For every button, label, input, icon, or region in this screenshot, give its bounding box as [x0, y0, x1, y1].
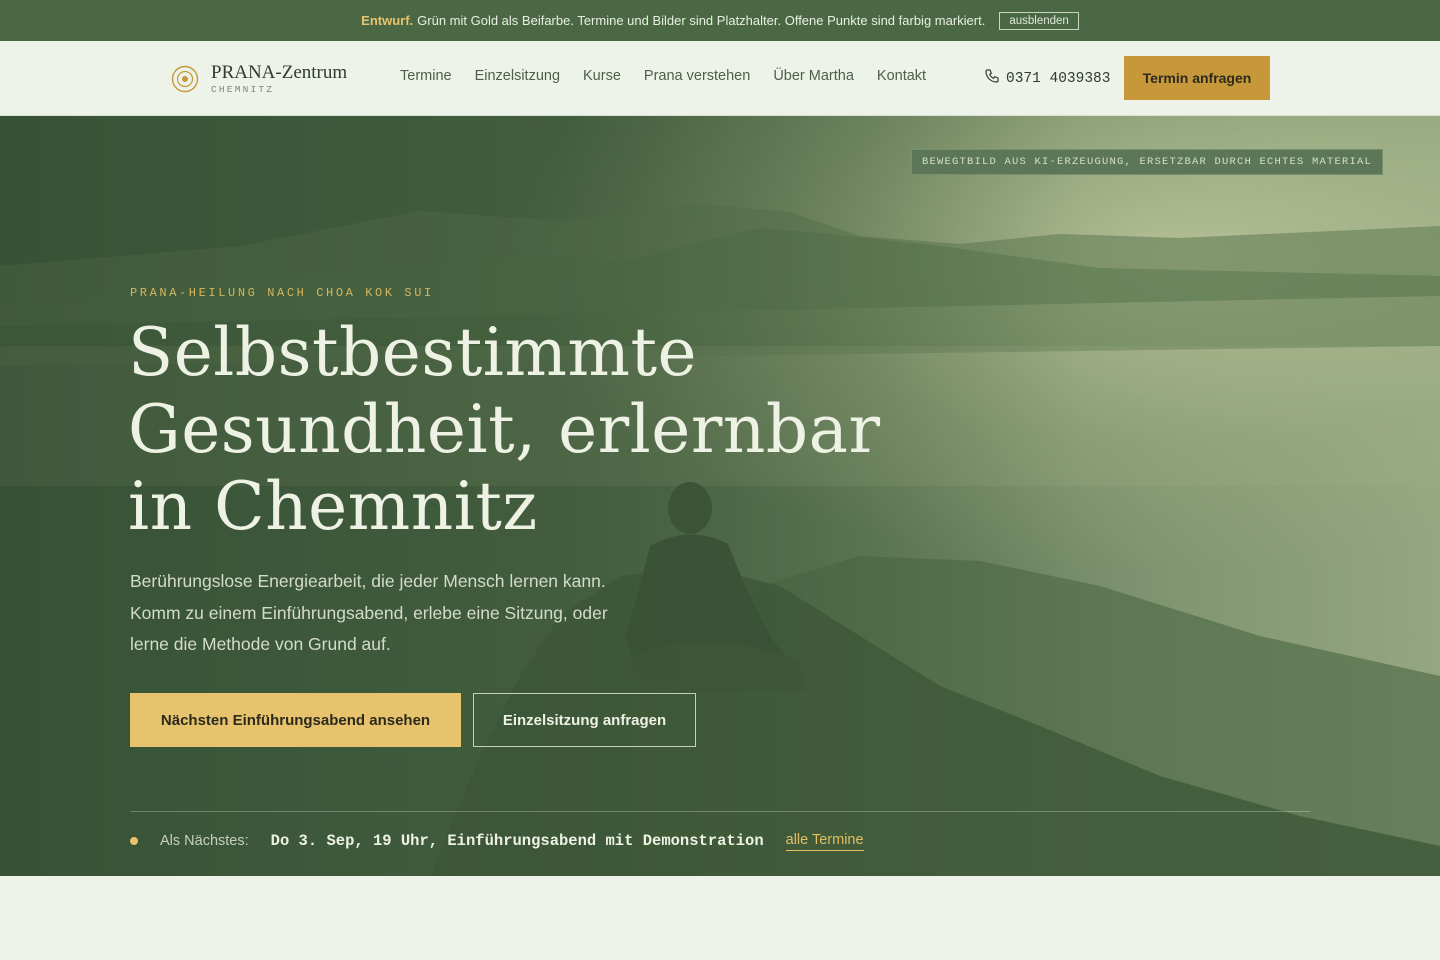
logo-name: PRANA-Zentrum	[211, 62, 348, 83]
hero-title: Selbstbestimmte Gesundheit, erlernbar in…	[128, 314, 948, 545]
phone-icon	[984, 68, 1000, 89]
phone-link[interactable]: 0371 4039383	[984, 68, 1110, 89]
logo-text: PRANA-Zentrum CHEMNITZ	[211, 62, 348, 96]
draft-banner: Entwurf. Grün mit Gold als Beifarbe. Ter…	[0, 0, 1440, 41]
hide-banner-button[interactable]: ausblenden	[999, 11, 1079, 30]
hero-lead: Berührungslose Energiearbeit, die jeder …	[130, 571, 608, 654]
status-dot-icon	[130, 837, 138, 845]
logo[interactable]: PRANA-Zentrum CHEMNITZ	[171, 63, 347, 95]
nav-prana-verstehen[interactable]: Prana verstehen	[644, 68, 750, 84]
all-dates-link[interactable]: alle Termine	[785, 832, 864, 851]
logo-city: CHEMNITZ	[211, 84, 275, 95]
nav-ueber-martha[interactable]: Über Martha	[773, 68, 854, 84]
main-nav: Termine Einzelsitzung Kurse Prana verste…	[400, 68, 949, 84]
hero-divider	[130, 811, 1310, 812]
next-event-label: Als Nächstes:	[160, 833, 249, 849]
draft-text: Grün mit Gold als Beifarbe. Termine und …	[417, 13, 986, 28]
nav-kontakt[interactable]: Kontakt	[877, 68, 926, 84]
logo-rings-icon	[171, 65, 199, 93]
next-intro-evening-button[interactable]: Nächsten Einführungsabend ansehen	[130, 693, 461, 747]
draft-label: Entwurf.	[361, 13, 414, 28]
hero-eyebrow: PRANA-HEILUNG NACH CHOA KOK SUI	[130, 286, 434, 300]
hero-title-line-2: Gesundheit, erlernbar	[128, 391, 881, 468]
single-session-button[interactable]: Einzelsitzung anfragen	[473, 693, 696, 747]
hero-title-line-3: in Chemnitz	[128, 468, 538, 545]
hero-section: BEWEGTBILD AUS KI-ERZEUGUNG, ERSETZBAR D…	[0, 116, 1440, 876]
nav-termine[interactable]: Termine	[400, 68, 452, 84]
hero-title-line-1: Selbstbestimmte	[128, 314, 698, 391]
site-header: PRANA-Zentrum CHEMNITZ Termine Einzelsit…	[0, 41, 1440, 116]
termin-anfragen-button[interactable]: Termin anfragen	[1124, 56, 1270, 100]
nav-einzelsitzung[interactable]: Einzelsitzung	[475, 68, 560, 84]
next-event-bar: Als Nächstes: Do 3. Sep, 19 Uhr, Einführ…	[130, 830, 864, 852]
phone-number: 0371 4039383	[1006, 70, 1111, 87]
next-event-value: Do 3. Sep, 19 Uhr, Einführungsabend mit …	[270, 832, 764, 850]
image-note-badge: BEWEGTBILD AUS KI-ERZEUGUNG, ERSETZBAR D…	[911, 149, 1384, 175]
nav-kurse[interactable]: Kurse	[583, 68, 621, 84]
